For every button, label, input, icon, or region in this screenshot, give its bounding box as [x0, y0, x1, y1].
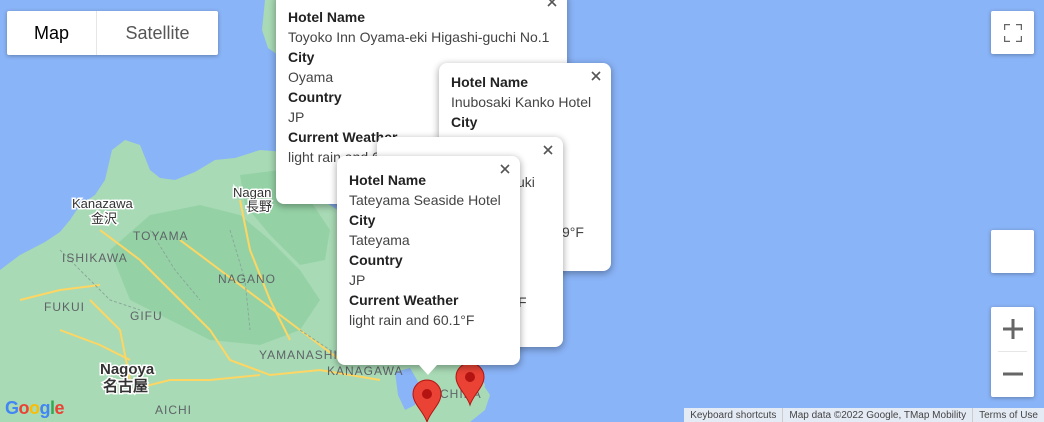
hotel-name-value: Tateyama Seaside Hotel — [349, 192, 501, 208]
zoom-control — [991, 307, 1034, 397]
label-nagoya-en: Nagoya — [100, 361, 155, 378]
close-icon[interactable] — [589, 69, 603, 83]
plus-icon — [1002, 319, 1023, 339]
label-aichi: AICHI — [155, 403, 192, 417]
zoom-out-button[interactable] — [991, 352, 1034, 396]
hotel-name-value: Inubosaki Kanko Hotel — [451, 94, 592, 110]
terms-of-use-link[interactable]: Terms of Use — [972, 408, 1044, 422]
hotel-name-value: Toyoko Inn Oyama-eki Higashi-guchi No.1 — [288, 29, 550, 45]
info-window-tateyama: Hotel Name Tateyama Seaside Hotel City T… — [337, 156, 520, 365]
keyboard-shortcuts-link[interactable]: Keyboard shortcuts — [684, 408, 782, 422]
hotel-name-label: Hotel Name — [451, 74, 529, 90]
country-label: Country — [349, 252, 403, 268]
city-value: Tateyama — [349, 232, 410, 248]
minus-icon — [1002, 372, 1023, 376]
logo-letter: G — [5, 398, 19, 418]
fullscreen-icon — [1003, 23, 1022, 42]
weather-value-partial: 9°F — [562, 224, 584, 240]
logo-letter: o — [29, 398, 40, 418]
zoom-in-button[interactable] — [991, 307, 1034, 351]
label-nagano-jp: 長野 — [246, 199, 272, 214]
map-type-control: Map Satellite — [7, 11, 218, 55]
google-logo[interactable]: Google — [5, 398, 65, 419]
street-view-control[interactable] — [991, 230, 1034, 273]
label-toyama: TOYAMA — [133, 229, 189, 243]
weather-label: Current Weather — [349, 292, 459, 308]
logo-letter: e — [54, 398, 65, 418]
label-nagano-pref: NAGANO — [218, 272, 276, 286]
weather-value: light rain and 60.1°F — [349, 312, 475, 328]
label-nagano-en: Nagan — [233, 185, 271, 200]
label-gifu: GIFU — [130, 309, 163, 323]
logo-letter: g — [39, 398, 51, 418]
info-window-tail — [419, 365, 437, 375]
map-data-attribution: Map data ©2022 Google, TMap Mobility — [782, 408, 972, 422]
label-kanazawa-jp: 金沢 — [91, 211, 117, 226]
close-icon[interactable] — [498, 162, 512, 176]
label-yamanashi: YAMANASHI — [259, 348, 338, 362]
label-kanazawa-en: Kanazawa — [72, 196, 133, 211]
label-ishikawa: ISHIKAWA — [62, 251, 128, 265]
hotel-name-label: Hotel Name — [349, 172, 427, 188]
label-fukui: FUKUI — [44, 300, 85, 314]
city-label: City — [349, 212, 376, 228]
label-nagoya-jp: 名古屋 — [103, 377, 148, 395]
logo-letter: o — [18, 398, 30, 418]
close-icon[interactable] — [541, 143, 555, 157]
label-kanagawa: KANAGAWA — [327, 364, 403, 378]
city-label: City — [451, 114, 478, 130]
fullscreen-button[interactable] — [991, 11, 1034, 54]
attribution-bar: Keyboard shortcuts Map data ©2022 Google… — [684, 408, 1044, 422]
map-type-satellite-button[interactable]: Satellite — [97, 11, 218, 55]
map-type-map-button[interactable]: Map — [7, 11, 97, 55]
hotel-name-label: Hotel Name — [288, 9, 366, 25]
country-value: JP — [349, 272, 366, 288]
close-icon[interactable] — [545, 0, 559, 9]
